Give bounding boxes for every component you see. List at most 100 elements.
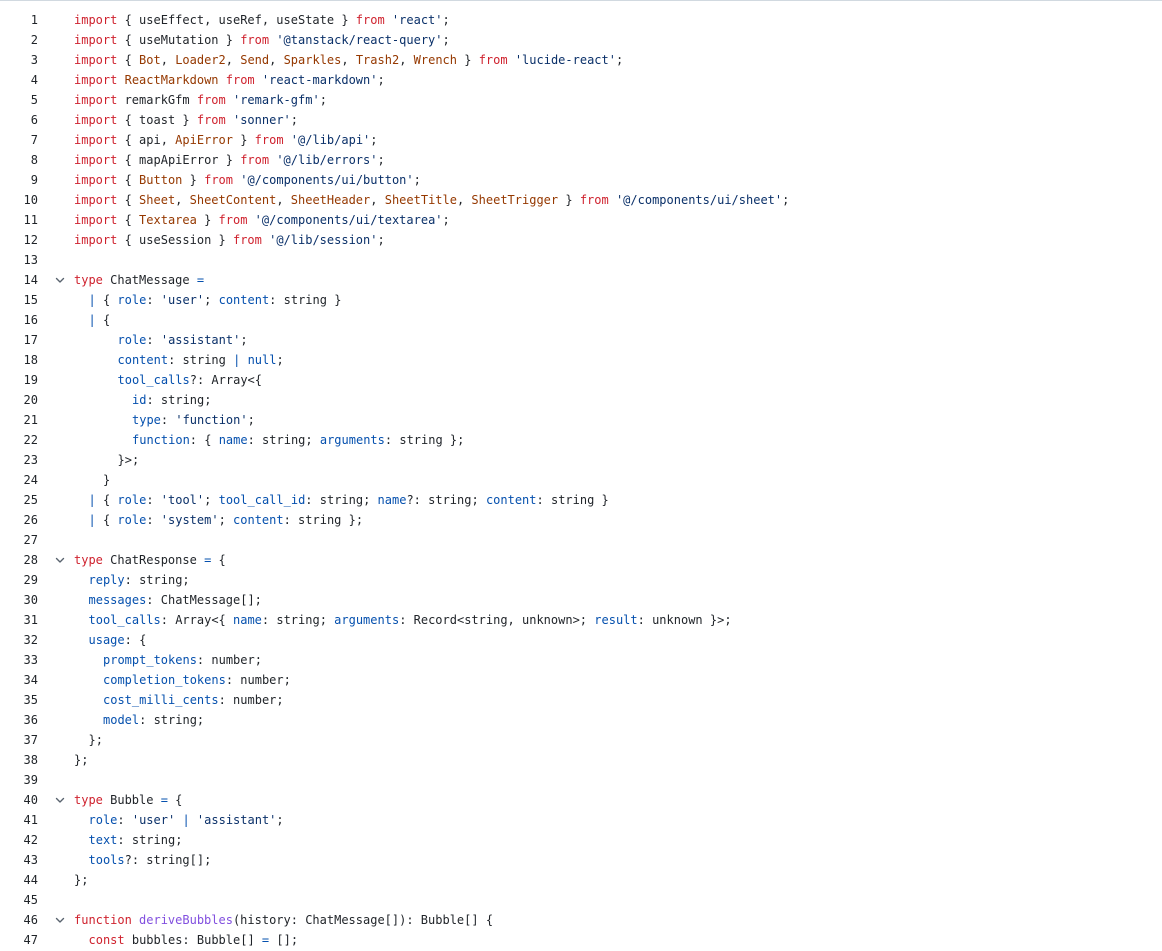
- line-number[interactable]: 40: [0, 790, 46, 810]
- line-number[interactable]: 19: [0, 370, 46, 390]
- code-text: type: 'function';: [74, 410, 255, 430]
- line-number[interactable]: 8: [0, 150, 46, 170]
- code-token: ,: [276, 193, 291, 207]
- code-line: 24}: [0, 470, 1162, 490]
- line-number[interactable]: 36: [0, 710, 46, 730]
- code-token: role: [117, 333, 147, 347]
- line-number[interactable]: 18: [0, 350, 46, 370]
- code-text: function: { name: string; arguments: str…: [74, 430, 464, 450]
- code-token: const: [88, 933, 125, 947]
- code-token: { useMutation }: [124, 33, 241, 47]
- line-number[interactable]: 9: [0, 170, 46, 190]
- code-token: }: [232, 133, 255, 147]
- code-line: 39: [0, 770, 1162, 790]
- code-token: '@/lib/session': [269, 233, 378, 247]
- line-number[interactable]: 43: [0, 850, 46, 870]
- chevron-down-icon[interactable]: [46, 274, 74, 286]
- line-number[interactable]: 13: [0, 250, 46, 270]
- code-token: : string: [168, 353, 234, 367]
- code-token: ;: [377, 153, 385, 167]
- line-number[interactable]: 38: [0, 750, 46, 770]
- code-text: import { useEffect, useRef, useState } f…: [74, 10, 450, 30]
- code-token: import: [74, 113, 118, 127]
- line-number[interactable]: 14: [0, 270, 46, 290]
- code-token: ReactMarkdown: [124, 73, 219, 87]
- line-number[interactable]: 33: [0, 650, 46, 670]
- line-number[interactable]: 45: [0, 890, 46, 910]
- code-token: };: [74, 873, 89, 887]
- line-number[interactable]: 11: [0, 210, 46, 230]
- line-number[interactable]: 22: [0, 430, 46, 450]
- line-number[interactable]: 10: [0, 190, 46, 210]
- line-number[interactable]: 4: [0, 70, 46, 90]
- code-text: model: string;: [74, 710, 204, 730]
- line-number[interactable]: 41: [0, 810, 46, 830]
- line-number[interactable]: 27: [0, 530, 46, 550]
- code-text: | { role: 'system'; content: string };: [74, 510, 364, 530]
- line-number[interactable]: 21: [0, 410, 46, 430]
- code-text: };: [74, 750, 88, 770]
- line-number[interactable]: 23: [0, 450, 46, 470]
- chevron-down-icon[interactable]: [46, 914, 74, 926]
- line-number[interactable]: 47: [0, 930, 46, 950]
- code-token: {: [95, 293, 118, 307]
- code-token: cost_milli_cents: [103, 693, 219, 707]
- code-token: ,: [269, 53, 284, 67]
- line-number[interactable]: 30: [0, 590, 46, 610]
- code-token: type: [74, 793, 103, 807]
- line-number[interactable]: 26: [0, 510, 46, 530]
- line-number[interactable]: 44: [0, 870, 46, 890]
- code-text: | { role: 'tool'; tool_call_id: string; …: [74, 490, 609, 510]
- line-number[interactable]: 12: [0, 230, 46, 250]
- code-token: |: [88, 313, 96, 327]
- line-number[interactable]: 25: [0, 490, 46, 510]
- line-number[interactable]: 3: [0, 50, 46, 70]
- line-number[interactable]: 20: [0, 390, 46, 410]
- code-line: 6 import { toast } from 'sonner';: [0, 110, 1162, 130]
- line-number[interactable]: 42: [0, 830, 46, 850]
- code-token: ApiError: [175, 133, 233, 147]
- code-token: { useSession }: [124, 233, 233, 247]
- code-token: Bot: [139, 53, 161, 67]
- line-number[interactable]: 39: [0, 770, 46, 790]
- line-number[interactable]: 31: [0, 610, 46, 630]
- line-number[interactable]: 16: [0, 310, 46, 330]
- line-number[interactable]: 2: [0, 30, 46, 50]
- chevron-down-icon[interactable]: [46, 794, 74, 806]
- code-line: 37};: [0, 730, 1162, 750]
- line-number[interactable]: 1: [0, 10, 46, 30]
- code-token: arguments: [334, 613, 400, 627]
- code-token: =: [160, 793, 168, 807]
- code-token: }>;: [117, 453, 140, 467]
- line-number[interactable]: 32: [0, 630, 46, 650]
- code-line: 21 type: 'function';: [0, 410, 1162, 430]
- code-token: 'react-markdown': [261, 73, 378, 87]
- line-number[interactable]: 6: [0, 110, 46, 130]
- line-number[interactable]: 17: [0, 330, 46, 350]
- code-token: =: [196, 273, 205, 287]
- line-number[interactable]: 7: [0, 130, 46, 150]
- code-token: : string;: [117, 833, 183, 847]
- line-number[interactable]: 46: [0, 910, 46, 930]
- line-number[interactable]: 24: [0, 470, 46, 490]
- code-token: ,: [341, 53, 356, 67]
- code-token: function: [132, 433, 190, 447]
- line-number[interactable]: 5: [0, 90, 46, 110]
- code-token: :: [146, 333, 161, 347]
- code-line: 23 }>;: [0, 450, 1162, 470]
- line-number[interactable]: 15: [0, 290, 46, 310]
- code-token: ;: [442, 213, 450, 227]
- line-number[interactable]: 29: [0, 570, 46, 590]
- code-token: : string;: [261, 613, 335, 627]
- code-line: 3 import { Bot, Loader2, Send, Sparkles, …: [0, 50, 1162, 70]
- code-token: ;: [377, 73, 385, 87]
- line-number[interactable]: 35: [0, 690, 46, 710]
- code-token: Loader2: [175, 53, 226, 67]
- line-number[interactable]: 34: [0, 670, 46, 690]
- code-token: SheetTrigger: [471, 193, 559, 207]
- line-number[interactable]: 37: [0, 730, 46, 750]
- code-token: SheetHeader: [290, 193, 371, 207]
- chevron-down-icon[interactable]: [46, 554, 74, 566]
- line-number[interactable]: 28: [0, 550, 46, 570]
